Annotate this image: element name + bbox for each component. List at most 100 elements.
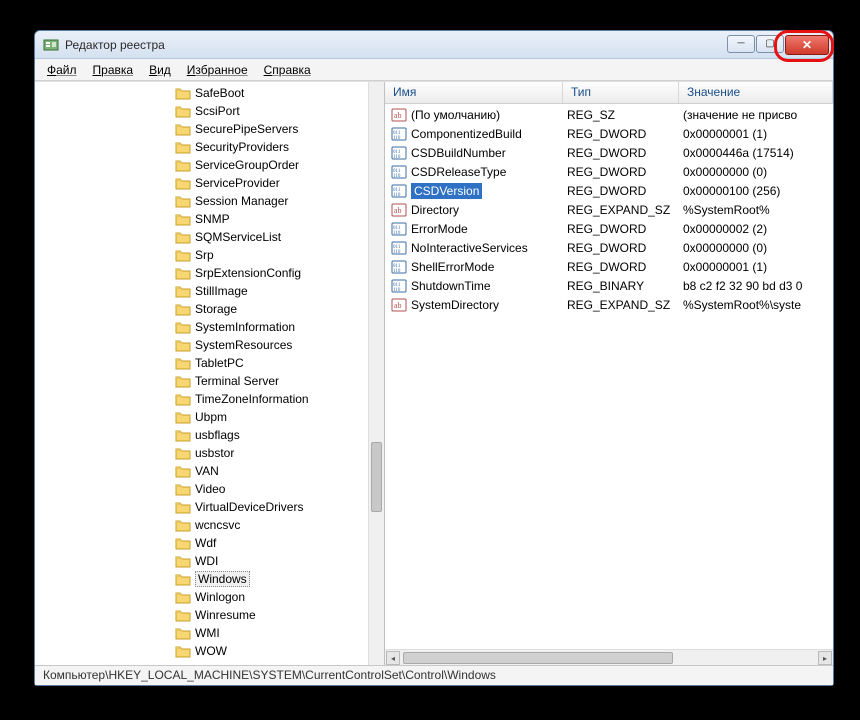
tree-item[interactable]: SecurePipeServers — [35, 120, 368, 138]
value-name: CSDBuildNumber — [411, 146, 506, 160]
tree-item[interactable]: Windows — [35, 570, 368, 588]
registry-editor-window: Редактор реестра ─ ▢ ✕ Файл Правка Вид И… — [34, 30, 834, 686]
folder-icon — [175, 410, 191, 424]
value-data: 0x00000000 (0) — [679, 165, 833, 179]
folder-icon — [175, 554, 191, 568]
tree-item[interactable]: wcncsvc — [35, 516, 368, 534]
value-data: 0x00000100 (256) — [679, 184, 833, 198]
close-button[interactable]: ✕ — [785, 35, 829, 55]
tree-item[interactable]: Terminal Server — [35, 372, 368, 390]
hscroll-left[interactable]: ◂ — [386, 651, 400, 665]
value-row[interactable]: abDirectoryREG_EXPAND_SZ%SystemRoot% — [385, 200, 833, 219]
folder-icon — [175, 212, 191, 226]
tree-item-label: Video — [195, 482, 225, 496]
maximize-button[interactable]: ▢ — [756, 35, 784, 53]
hscroll-right[interactable]: ▸ — [818, 651, 832, 665]
folder-icon — [175, 518, 191, 532]
titlebar[interactable]: Редактор реестра ─ ▢ ✕ — [35, 31, 833, 59]
tree-item[interactable]: WOW — [35, 642, 368, 660]
tree-item[interactable]: usbstor — [35, 444, 368, 462]
folder-icon — [175, 230, 191, 244]
value-data: (значение не присво — [679, 108, 833, 122]
reg-binary-icon: 011110 — [391, 260, 407, 274]
tree-item[interactable]: SafeBoot — [35, 84, 368, 102]
tree-item[interactable]: WDI — [35, 552, 368, 570]
value-data: 0x00000001 (1) — [679, 127, 833, 141]
folder-icon — [175, 320, 191, 334]
tree-item[interactable]: Srp — [35, 246, 368, 264]
tree-item[interactable]: Ubpm — [35, 408, 368, 426]
tree-item-label: ServiceGroupOrder — [195, 158, 299, 172]
menu-file[interactable]: Файл — [39, 61, 85, 79]
tree-item[interactable]: WMI — [35, 624, 368, 642]
folder-icon — [175, 86, 191, 100]
value-row[interactable]: 011110NoInteractiveServicesREG_DWORD0x00… — [385, 238, 833, 257]
value-row[interactable]: 011110CSDVersionREG_DWORD0x00000100 (256… — [385, 181, 833, 200]
tree-item-label: VirtualDeviceDrivers — [195, 500, 303, 514]
reg-binary-icon: 011110 — [391, 146, 407, 160]
menubar: Файл Правка Вид Избранное Справка — [35, 59, 833, 81]
tree-item[interactable]: VAN — [35, 462, 368, 480]
reg-string-icon: ab — [391, 108, 407, 122]
value-data: 0x0000446a (17514) — [679, 146, 833, 160]
value-data: 0x00000000 (0) — [679, 241, 833, 255]
tree-item[interactable]: SrpExtensionConfig — [35, 264, 368, 282]
tree-item[interactable]: ServiceProvider — [35, 174, 368, 192]
value-row[interactable]: 011110CSDBuildNumberREG_DWORD0x0000446a … — [385, 143, 833, 162]
tree-item[interactable]: Video — [35, 480, 368, 498]
tree-item[interactable]: Wdf — [35, 534, 368, 552]
tree-item[interactable]: Session Manager — [35, 192, 368, 210]
menu-help[interactable]: Справка — [256, 61, 319, 79]
tree-item[interactable]: SQMServiceList — [35, 228, 368, 246]
value-row[interactable]: abSystemDirectoryREG_EXPAND_SZ%SystemRoo… — [385, 295, 833, 314]
tree-list[interactable]: SafeBootScsiPort SecurePipeServers Securit… — [35, 82, 368, 662]
column-type[interactable]: Тип — [563, 82, 679, 103]
tree-item[interactable]: SystemResources — [35, 336, 368, 354]
tree-item-label: Winlogon — [195, 590, 245, 604]
value-type: REG_DWORD — [563, 165, 679, 179]
tree-item[interactable]: Winresume — [35, 606, 368, 624]
value-row[interactable]: 011110ShellErrorModeREG_DWORD0x00000001 … — [385, 257, 833, 276]
tree-item[interactable]: TabletPC — [35, 354, 368, 372]
tree-item[interactable]: SecurityProviders — [35, 138, 368, 156]
values-list[interactable]: ab(По умолчанию)REG_SZ(значение не присв… — [385, 104, 833, 314]
value-row[interactable]: 011110ShutdownTimeREG_BINARYb8 c2 f2 32 … — [385, 276, 833, 295]
tree-item[interactable]: ServiceGroupOrder — [35, 156, 368, 174]
tree-item-label: Terminal Server — [195, 374, 279, 388]
tree-scrollbar-thumb[interactable] — [371, 442, 382, 512]
value-row[interactable]: 011110ComponentizedBuildREG_DWORD0x00000… — [385, 124, 833, 143]
tree-item-label: Ubpm — [195, 410, 227, 424]
tree-item[interactable]: TimeZoneInformation — [35, 390, 368, 408]
value-row[interactable]: 011110ErrorModeREG_DWORD0x00000002 (2) — [385, 219, 833, 238]
value-row[interactable]: ab(По умолчанию)REG_SZ(значение не присв… — [385, 105, 833, 124]
tree-item[interactable]: Winlogon — [35, 588, 368, 606]
value-row[interactable]: 011110CSDReleaseTypeREG_DWORD0x00000000 … — [385, 162, 833, 181]
column-name[interactable]: Имя — [385, 82, 563, 103]
menu-view[interactable]: Вид — [141, 61, 179, 79]
tree-scrollbar[interactable] — [368, 82, 384, 665]
minimize-button[interactable]: ─ — [727, 35, 755, 53]
values-pane: Имя Тип Значение ab(По умолчанию)REG_SZ(… — [385, 82, 833, 665]
tree-item[interactable]: ScsiPort — [35, 102, 368, 120]
tree-item[interactable]: VirtualDeviceDrivers — [35, 498, 368, 516]
hscroll-thumb[interactable] — [403, 652, 673, 664]
tree-item-label: SystemInformation — [195, 320, 295, 334]
tree-item[interactable]: StillImage — [35, 282, 368, 300]
tree-item[interactable]: Storage — [35, 300, 368, 318]
menu-edit[interactable]: Правка — [85, 61, 142, 79]
menu-favorites[interactable]: Избранное — [179, 61, 256, 79]
values-header[interactable]: Имя Тип Значение — [385, 82, 833, 104]
tree-item-label: SecurePipeServers — [195, 122, 298, 136]
tree-item-label: ServiceProvider — [195, 176, 280, 190]
tree-item[interactable]: SNMP — [35, 210, 368, 228]
tree-item[interactable]: usbflags — [35, 426, 368, 444]
value-type: REG_BINARY — [563, 279, 679, 293]
value-data: %SystemRoot%\syste — [679, 298, 833, 312]
tree-item-label: Session Manager — [195, 194, 288, 208]
tree-item-label: usbflags — [195, 428, 240, 442]
column-value[interactable]: Значение — [679, 82, 833, 103]
content-area: SafeBootScsiPort SecurePipeServers Securit… — [35, 81, 833, 665]
folder-icon — [175, 644, 191, 658]
tree-item[interactable]: SystemInformation — [35, 318, 368, 336]
values-hscrollbar[interactable]: ◂ ▸ — [385, 649, 833, 665]
